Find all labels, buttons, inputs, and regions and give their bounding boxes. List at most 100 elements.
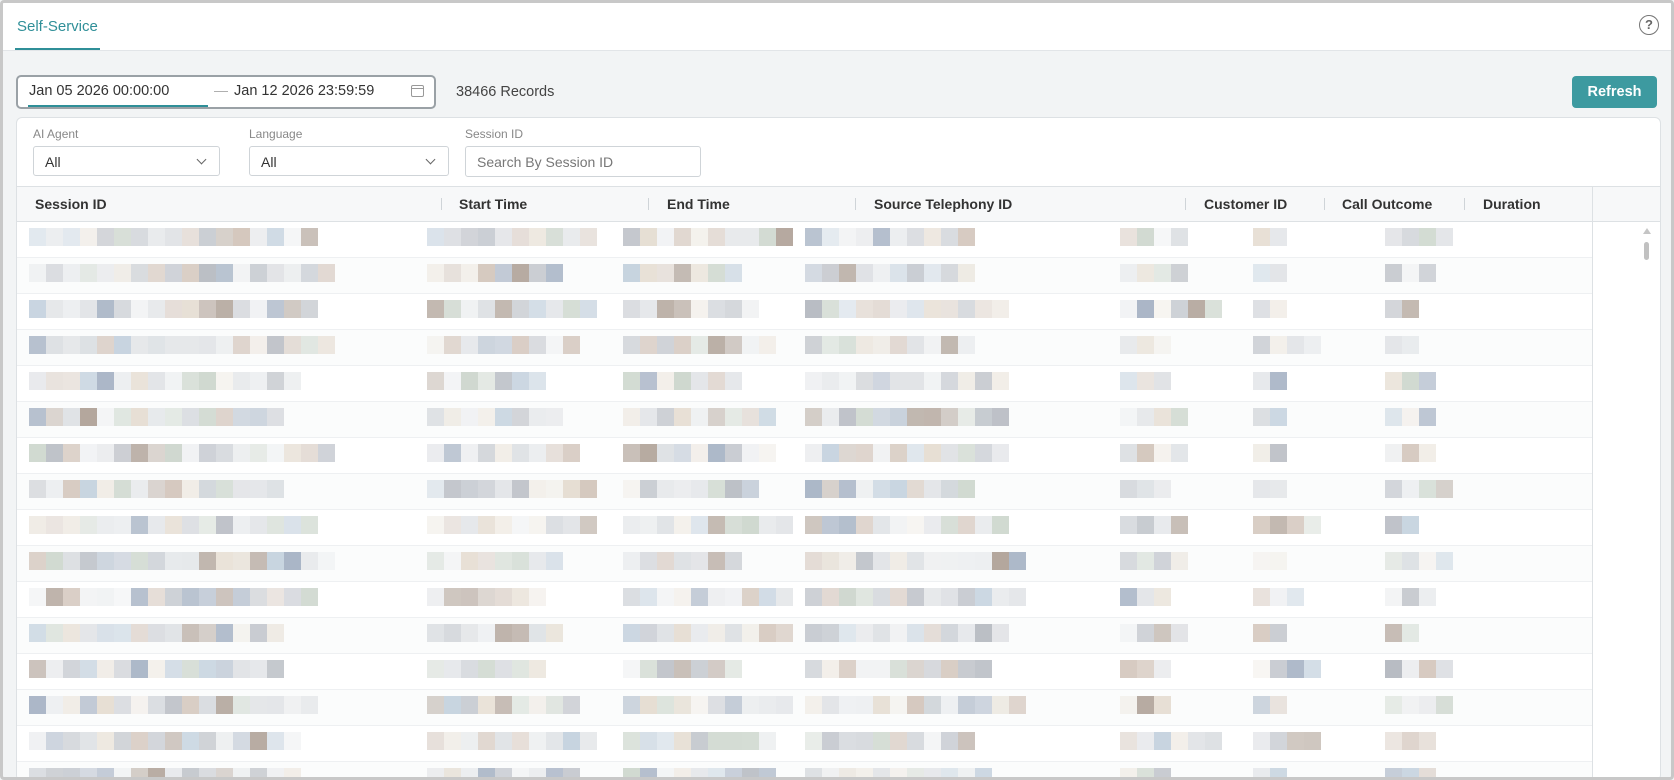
- column-header-start-time[interactable]: Start Time: [459, 187, 527, 221]
- redaction-block: [890, 444, 907, 462]
- table-row[interactable]: [17, 690, 1592, 726]
- redaction-block: [216, 408, 233, 426]
- column-header-session-id[interactable]: Session ID: [35, 187, 107, 221]
- table-row[interactable]: [17, 618, 1592, 654]
- table-scrollbar[interactable]: [1641, 228, 1653, 777]
- help-icon[interactable]: ?: [1639, 15, 1659, 35]
- redaction-block: [182, 588, 199, 606]
- table-row[interactable]: [17, 402, 1592, 438]
- table-row[interactable]: [17, 510, 1592, 546]
- redaction-block: [1137, 660, 1154, 678]
- table-row[interactable]: [17, 726, 1592, 762]
- redaction-block: [182, 552, 199, 570]
- scroll-thumb[interactable]: [1644, 242, 1649, 260]
- redaction-block: [461, 768, 478, 777]
- column-header-customer-id[interactable]: Customer ID: [1204, 187, 1287, 221]
- redaction-block: [890, 372, 907, 390]
- redaction-block: [924, 336, 941, 354]
- redaction-block: [725, 444, 742, 462]
- date-range-end[interactable]: Jan 12 2026 23:59:59: [234, 83, 374, 99]
- redaction-block: [975, 660, 992, 678]
- redaction-block: [1137, 588, 1154, 606]
- redaction-block: [63, 228, 80, 246]
- column-header-call-outcome[interactable]: Call Outcome: [1342, 187, 1432, 221]
- column-header-end-time[interactable]: End Time: [667, 187, 730, 221]
- redaction-block: [580, 228, 597, 246]
- table-row[interactable]: [17, 654, 1592, 690]
- redaction-block: [1419, 372, 1436, 390]
- redaction-block: [822, 516, 839, 534]
- scroll-up-arrow-icon[interactable]: [1643, 228, 1651, 234]
- table-row[interactable]: [17, 258, 1592, 294]
- redaction-block: [182, 300, 199, 318]
- tab-self-service[interactable]: Self-Service: [15, 3, 100, 50]
- redaction-block: [114, 588, 131, 606]
- refresh-button[interactable]: Refresh: [1572, 76, 1657, 108]
- table-row[interactable]: [17, 474, 1592, 510]
- table-row[interactable]: [17, 582, 1592, 618]
- redaction-block: [97, 588, 114, 606]
- table-row[interactable]: [17, 294, 1592, 330]
- redaction-block: [495, 336, 512, 354]
- ai-agent-select[interactable]: All: [33, 146, 220, 176]
- redaction-block: [46, 732, 63, 750]
- column-divider[interactable]: [441, 198, 442, 210]
- redaction-block: [657, 732, 674, 750]
- date-range-start[interactable]: Jan 05 2026 00:00:00: [29, 83, 169, 99]
- redaction-block: [29, 336, 46, 354]
- redaction-block: [512, 480, 529, 498]
- calendar-icon[interactable]: [411, 85, 424, 97]
- redaction-block: [301, 552, 318, 570]
- redaction-block: [284, 228, 301, 246]
- redaction-block: [975, 516, 992, 534]
- column-divider[interactable]: [1324, 198, 1325, 210]
- redaction-block: [856, 696, 873, 714]
- chevron-down-icon: [425, 154, 436, 165]
- session-id-search-input[interactable]: [465, 146, 701, 177]
- language-select[interactable]: All: [249, 146, 449, 176]
- redaction-block: [1253, 264, 1270, 282]
- column-divider[interactable]: [1185, 198, 1186, 210]
- date-range-picker[interactable]: Jan 05 2026 00:00:00 — Jan 12 2026 23:59…: [16, 75, 436, 109]
- table-row[interactable]: [17, 222, 1592, 258]
- table-row[interactable]: [17, 438, 1592, 474]
- table-row[interactable]: [17, 546, 1592, 582]
- column-header-duration[interactable]: Duration: [1483, 187, 1541, 221]
- redaction-block: [461, 732, 478, 750]
- redaction-block: [182, 696, 199, 714]
- redaction-block: [924, 660, 941, 678]
- redaction-block: [46, 372, 63, 390]
- redaction-block: [1419, 732, 1436, 750]
- redaction-block: [1287, 660, 1304, 678]
- redaction-block: [822, 588, 839, 606]
- redaction-block: [199, 552, 216, 570]
- redaction-block: [165, 408, 182, 426]
- redaction-block: [1304, 336, 1321, 354]
- redaction-block: [495, 624, 512, 642]
- table-row[interactable]: [17, 762, 1592, 777]
- redaction-block: [529, 300, 546, 318]
- column-divider[interactable]: [648, 198, 649, 210]
- redaction-block: [131, 768, 148, 777]
- redaction-block: [216, 516, 233, 534]
- redaction-block: [924, 732, 941, 750]
- table-row[interactable]: [17, 366, 1592, 402]
- redaction-block: [890, 588, 907, 606]
- redaction-block: [427, 444, 444, 462]
- redaction-block: [742, 516, 759, 534]
- column-divider[interactable]: [1464, 198, 1465, 210]
- column-divider[interactable]: [855, 198, 856, 210]
- redaction-block: [461, 552, 478, 570]
- redaction-block: [1253, 480, 1270, 498]
- redaction-block: [640, 300, 657, 318]
- redaction-block: [1154, 372, 1171, 390]
- redaction-block: [856, 552, 873, 570]
- column-header-source-telephony-id[interactable]: Source Telephony ID: [874, 187, 1012, 221]
- redaction-block: [46, 552, 63, 570]
- redaction-block: [46, 624, 63, 642]
- redaction-block: [80, 552, 97, 570]
- redaction-block: [97, 336, 114, 354]
- redaction-block: [182, 660, 199, 678]
- redaction-block: [114, 444, 131, 462]
- table-row[interactable]: [17, 330, 1592, 366]
